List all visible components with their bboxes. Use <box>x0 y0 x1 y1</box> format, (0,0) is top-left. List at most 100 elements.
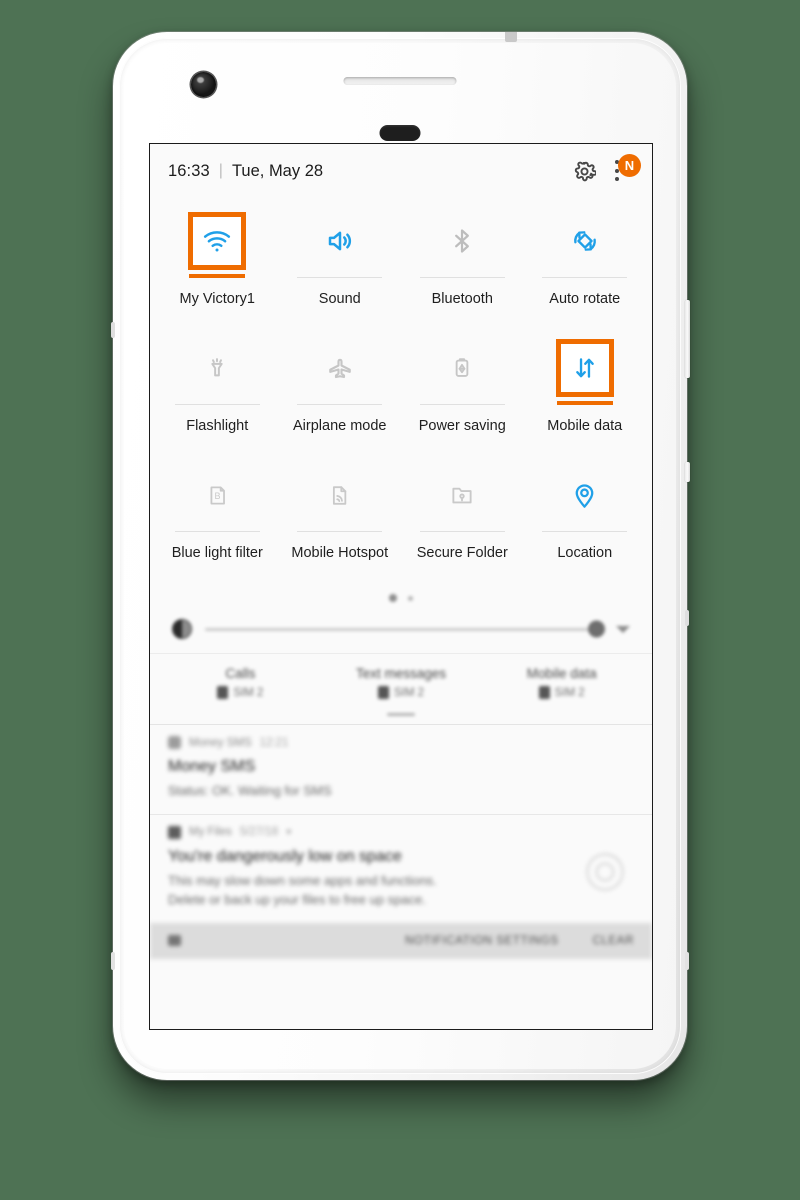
airplane-icon <box>311 339 369 397</box>
quick-toggle-wifi[interactable]: My Victory1 <box>156 202 279 329</box>
more-vertical-icon[interactable]: N <box>612 154 641 184</box>
notification-footer: NOTIFICATION SETTINGS CLEAR <box>150 922 652 959</box>
quick-toggle-label: Auto rotate <box>549 291 621 307</box>
earpiece-speaker <box>343 77 457 85</box>
front-camera <box>191 72 216 97</box>
notification-header: My Files 5/27/18 ▾ <box>168 825 634 839</box>
sim-status-value-wrap: SIM 2 <box>538 686 585 699</box>
quick-toggle-sound[interactable]: Sound <box>279 202 402 329</box>
quick-toggle-label: Sound <box>318 291 361 307</box>
sim-card-icon <box>538 686 550 699</box>
brightness-slider[interactable] <box>205 620 605 638</box>
phone-device: 16:33 | Tue, May 28 N My Victory1 Sound … <box>111 32 690 1080</box>
quick-toggle-location[interactable]: Location <box>524 456 647 583</box>
notification-item[interactable]: Money SMS 12:21 Money SMS Status: OK. Wa… <box>150 725 652 814</box>
auto-rotate-icon <box>556 212 614 270</box>
notification-time: 5/27/18 <box>239 826 279 839</box>
quick-toggle-label: Secure Folder <box>416 545 508 561</box>
quick-toggle-label: Power saving <box>418 418 506 434</box>
quick-toggle-airplane[interactable]: Airplane mode <box>279 329 402 456</box>
flashlight-icon <box>188 339 246 397</box>
toggle-underline <box>297 531 382 532</box>
notification-body: This may slow down some apps and functio… <box>168 872 437 907</box>
toggle-underline <box>174 404 260 405</box>
quick-toggle-blue-light-filter[interactable]: B Blue light filter <box>156 456 279 583</box>
notification-footer-icon[interactable] <box>168 935 181 947</box>
status-separator: | <box>218 162 223 179</box>
status-badge: N <box>618 154 641 177</box>
mobile-data-icon <box>555 339 614 397</box>
quick-toggle-label: Mobile Hotspot <box>291 545 389 561</box>
antenna-line <box>505 32 517 42</box>
right-bezel-nub <box>685 610 689 626</box>
sim-status-value: SIM 2 <box>233 686 264 699</box>
notification-item[interactable]: My Files 5/27/18 ▾ You're dangerously lo… <box>150 815 652 923</box>
toggle-underline <box>419 277 505 278</box>
blue-light-filter-icon: B <box>188 466 246 524</box>
left-bezel-nub-lower <box>111 952 115 970</box>
quick-toggle-label: Airplane mode <box>293 418 387 434</box>
clear-button[interactable]: CLEAR <box>593 935 634 947</box>
quick-toggle-power-saving[interactable]: Power saving <box>401 329 524 456</box>
sim-status-mobile-data[interactable]: Mobile data SIM 2 <box>481 666 642 699</box>
quick-toggle-auto-rotate[interactable]: Auto rotate <box>524 202 647 329</box>
panel-drag-handle[interactable] <box>387 713 415 716</box>
toggle-underline <box>189 274 246 278</box>
quick-toggle-mobile-data[interactable]: Mobile data <box>524 329 647 456</box>
sim-status-title: Calls <box>225 666 256 681</box>
sim-status-text-messages[interactable]: Text messages SIM 2 <box>321 666 482 699</box>
status-bar: 16:33 | Tue, May 28 N <box>150 144 652 198</box>
location-pin-icon <box>556 466 614 524</box>
toggle-underline <box>419 531 505 532</box>
right-bezel-nub-lower <box>685 952 689 970</box>
power-saving-icon <box>433 339 491 397</box>
notification-footer-actions: NOTIFICATION SETTINGS CLEAR <box>405 935 634 947</box>
brightness-icon <box>172 619 192 639</box>
quick-toggle-bluetooth[interactable]: Bluetooth <box>401 202 524 329</box>
toggle-underline <box>419 404 505 405</box>
sim-status-value: SIM 2 <box>393 686 425 699</box>
page-dot-active <box>389 594 397 602</box>
app-icon <box>168 825 181 839</box>
quick-toggle-hotspot[interactable]: Mobile Hotspot <box>279 456 402 583</box>
sim-status-row: Calls SIM 2 Text messages SIM 2 Mobile d… <box>150 654 652 703</box>
quick-toggle-label: Flashlight <box>186 418 249 434</box>
notification-settings-button[interactable]: NOTIFICATION SETTINGS <box>405 935 559 947</box>
sim-status-calls[interactable]: Calls SIM 2 <box>160 666 321 699</box>
toggle-underline <box>174 531 260 532</box>
quick-toggle-secure-folder[interactable]: Secure Folder <box>401 456 524 583</box>
notification-title: You're dangerously low on space <box>168 847 402 865</box>
toggle-row: B Blue light filter Mobile Hotspot Secur… <box>156 456 646 583</box>
sim-status-value: SIM 2 <box>554 686 585 699</box>
quick-toggle-label: Location <box>557 545 613 561</box>
brightness-thumb[interactable] <box>588 620 605 638</box>
toggle-underline <box>297 277 382 278</box>
camera-glint <box>197 77 204 83</box>
chevron-down-icon[interactable]: ▾ <box>286 827 291 838</box>
quick-settings-panel: 16:33 | Tue, May 28 N My Victory1 Sound … <box>150 144 652 716</box>
proximity-sensor <box>379 125 421 141</box>
quick-toggle-label: Bluetooth <box>431 291 493 307</box>
notification-title: Money SMS <box>168 758 256 775</box>
quick-toggle-grid: My Victory1 Sound Bluetooth Auto rotate … <box>150 198 652 583</box>
sim-status-value-wrap: SIM 2 <box>217 686 263 699</box>
secure-folder-icon <box>433 466 491 524</box>
toggle-row: My Victory1 Sound Bluetooth Auto rotate <box>156 202 646 329</box>
status-date: Tue, May 28 <box>231 161 324 180</box>
quick-toggle-flashlight[interactable]: Flashlight <box>156 329 279 456</box>
status-clock: 16:33 <box>168 161 210 180</box>
volume-button[interactable] <box>685 462 690 482</box>
app-icon <box>168 736 181 749</box>
page-dot <box>408 595 413 601</box>
notification-app-name: My Files <box>189 826 232 839</box>
brightness-slider-row[interactable] <box>150 607 652 653</box>
power-button[interactable] <box>685 300 690 378</box>
chevron-down-icon[interactable] <box>616 625 630 633</box>
sound-icon <box>311 212 369 270</box>
page-indicator[interactable] <box>150 589 652 607</box>
left-bezel-nub <box>111 322 115 338</box>
sim-status-title: Text messages <box>355 666 447 681</box>
gear-icon[interactable] <box>573 160 596 183</box>
hotspot-icon <box>311 466 369 524</box>
toggle-row: Flashlight Airplane mode Power saving Mo… <box>156 329 646 456</box>
